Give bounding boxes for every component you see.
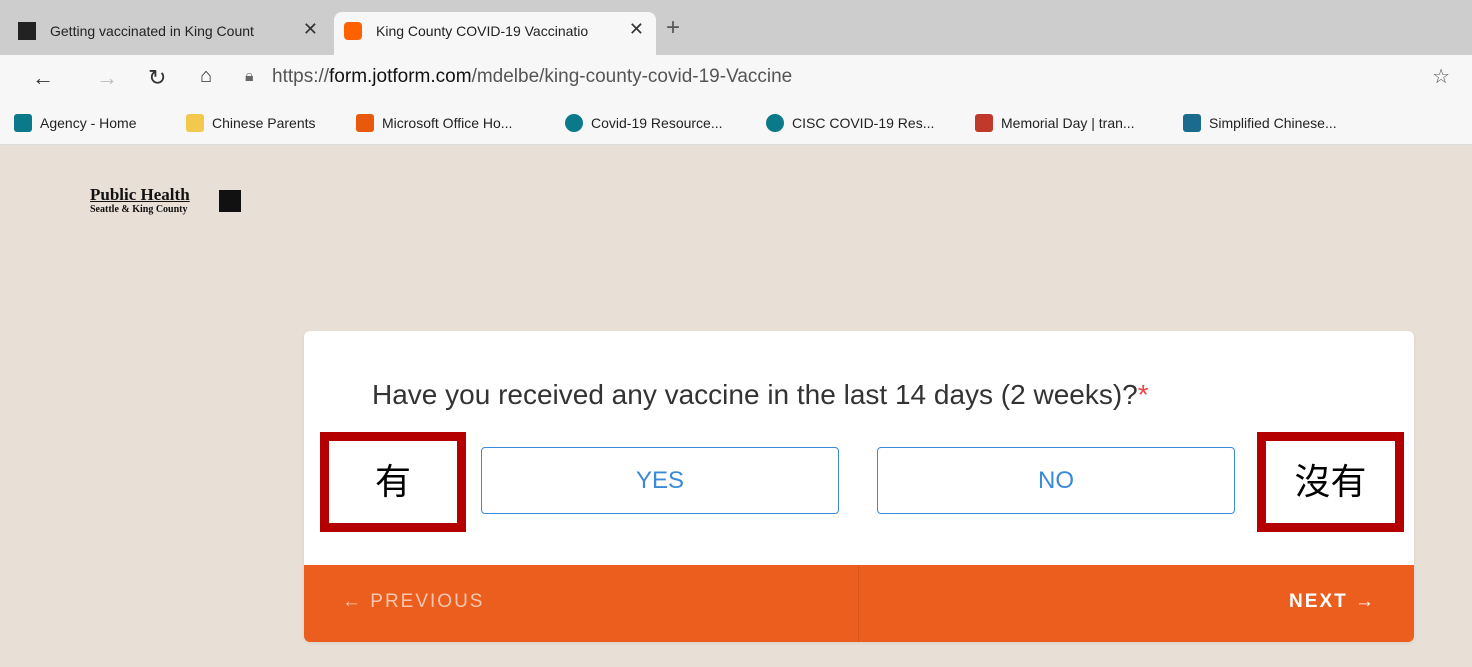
required-asterisk: * [1137,379,1149,410]
bookmark-chinese-parents[interactable]: Chinese Parents [186,114,316,132]
close-icon[interactable]: ✕ [303,19,318,40]
sharepoint-icon [14,114,32,132]
new-tab-icon[interactable]: + [666,14,680,42]
bookmark-memorial-day[interactable]: Memorial Day | tran... [975,114,1135,132]
bookmark-agency-home[interactable]: Agency - Home [14,114,136,132]
logo-title: Public Health [90,185,190,204]
sharepoint-icon [565,114,583,132]
no-button[interactable]: NO [877,447,1235,514]
divider [858,565,859,642]
form-navigation-bar: ← PREVIOUS NEXT → [304,565,1414,642]
tab-title: King County COVID-19 Vaccinatio [376,23,589,39]
next-button[interactable]: NEXT → [1289,591,1376,613]
no-translation-callout: 沒有 [1257,432,1404,532]
bookmark-covid-resources[interactable]: Covid-19 Resource... [565,114,723,132]
jotform-favicon [344,22,362,40]
bookmark-simplified-chinese[interactable]: Simplified Chinese... [1183,114,1337,132]
tab-getting-vaccinated[interactable]: Getting vaccinated in King Count ✕ [8,12,330,55]
yes-button[interactable]: YES [481,447,839,514]
lock-icon[interactable]: 🔒︎ [245,68,254,86]
previous-button[interactable]: ← PREVIOUS [342,591,484,613]
bookmark-microsoft-office[interactable]: Microsoft Office Ho... [356,114,512,132]
tab-title: Getting vaccinated in King Count [50,23,254,39]
bookmarks-bar: Agency - Home Chinese Parents Microsoft … [0,103,1472,145]
close-icon[interactable]: ✕ [629,19,644,40]
public-health-logo: Public Health Seattle & King County [90,185,241,215]
bookmark-cisc-covid[interactable]: CISC COVID-19 Res... [766,114,934,132]
shield-icon [975,114,993,132]
back-icon[interactable]: ← [32,65,54,91]
sharepoint-icon [766,114,784,132]
url-field[interactable]: https://form.jotform.com/mdelbe/king-cou… [272,66,792,88]
folder-icon [186,114,204,132]
add-favorite-icon[interactable]: ☆ [1432,64,1450,89]
browser-chrome: Getting vaccinated in King Count ✕ King … [0,0,1472,145]
question-label: Have you received any vaccine in the las… [372,379,1149,410]
tab-strip: Getting vaccinated in King Count ✕ King … [0,0,1472,55]
logo-mark-icon [219,190,241,212]
address-toolbar: ← → ↻ ⌂ 🔒︎ https://form.jotform.com/mdel… [0,55,1472,103]
public-health-favicon [18,22,36,40]
translate-icon [1183,114,1201,132]
logo-subtitle: Seattle & King County [90,204,188,215]
home-icon[interactable]: ⌂ [200,65,212,88]
form-question-card: Have you received any vaccine in the las… [304,331,1414,642]
yes-translation-callout: 有 [320,432,466,532]
forward-icon[interactable]: → [96,65,118,91]
refresh-icon[interactable]: ↻ [148,65,166,91]
tab-king-county-vaccination[interactable]: King County COVID-19 Vaccinatio ✕ [334,12,656,55]
office-icon [356,114,374,132]
